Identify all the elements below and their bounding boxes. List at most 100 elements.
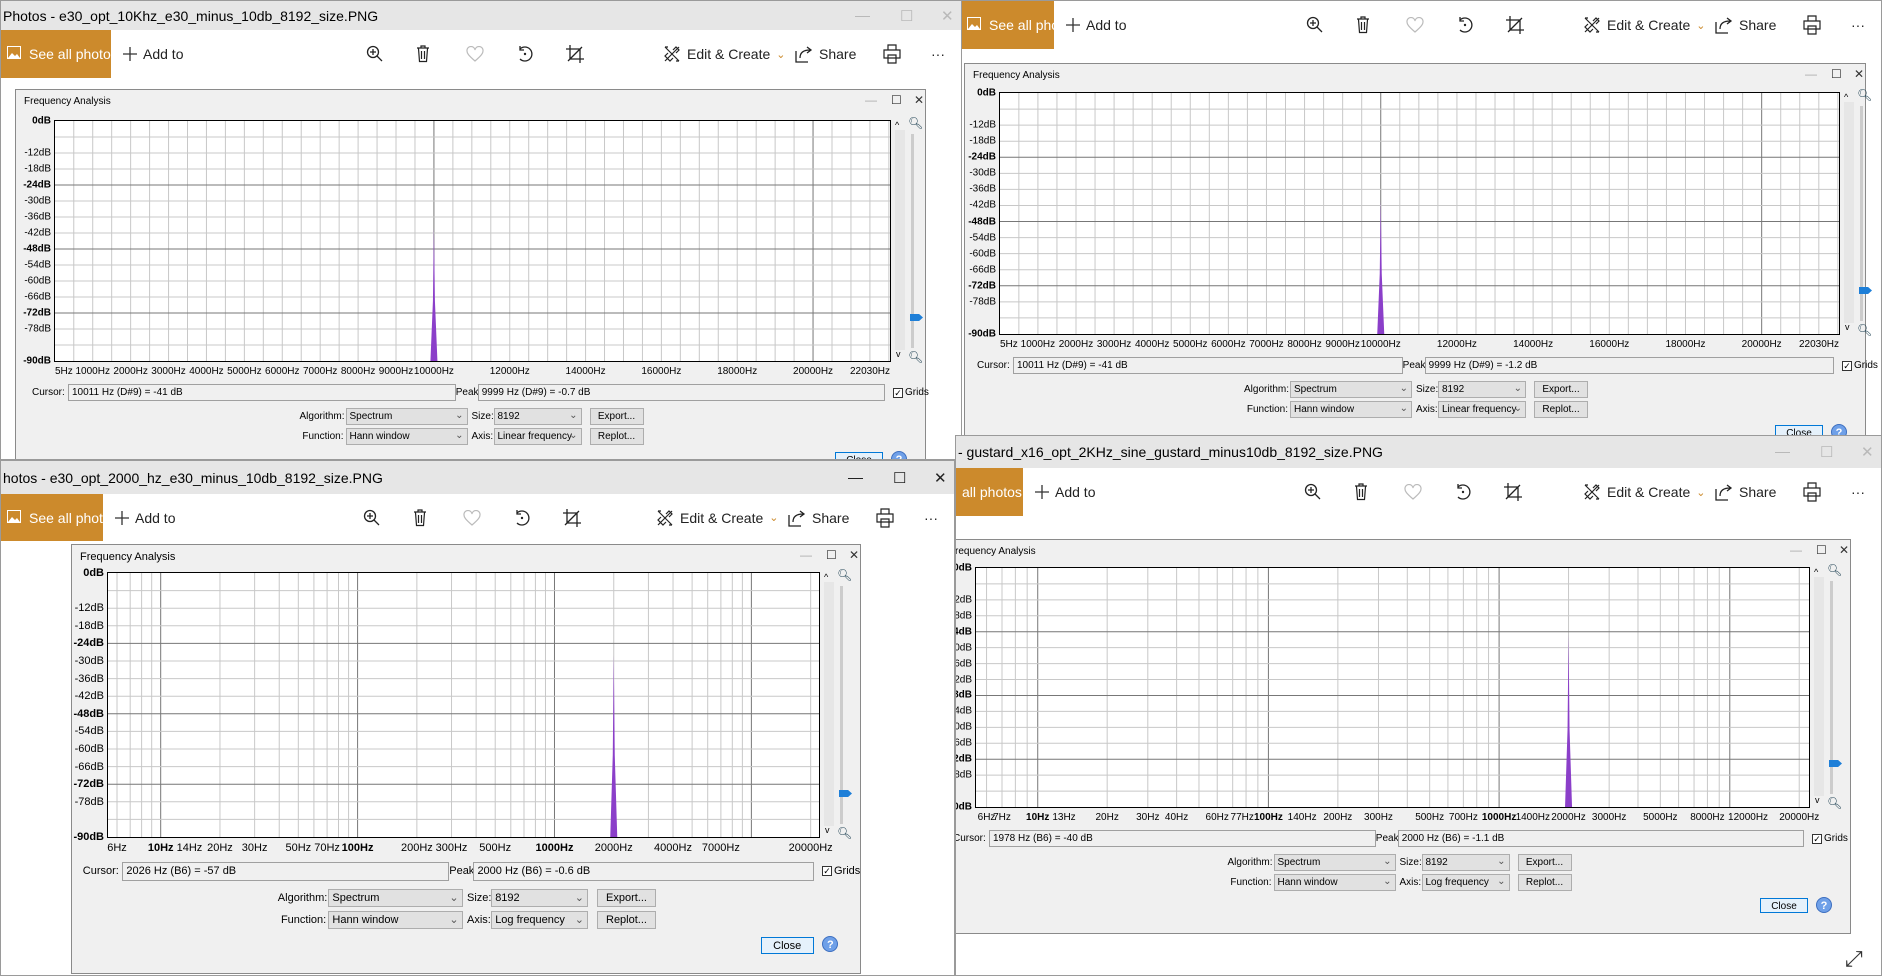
- grids-checkbox[interactable]: ✓ Grids: [1842, 360, 1878, 371]
- favorite-icon[interactable]: [462, 509, 481, 526]
- export-button[interactable]: Export...: [589, 408, 644, 425]
- help-button[interactable]: ?: [1816, 897, 1832, 913]
- zoom-slider[interactable]: [910, 134, 923, 348]
- zoom-slider-thumb[interactable]: [1859, 287, 1872, 294]
- minimize-button[interactable]: —: [1775, 444, 1790, 461]
- algorithm-select[interactable]: Spectrum ⌄: [1273, 854, 1396, 871]
- vertical-scrollbar[interactable]: [895, 130, 905, 350]
- share-button[interactable]: Share: [1715, 483, 1776, 501]
- more-button[interactable]: ···: [924, 510, 938, 526]
- dialog-close-button[interactable]: ✕: [849, 548, 859, 562]
- close-button[interactable]: Close: [835, 452, 883, 459]
- function-select[interactable]: Hann window ⌄: [1290, 401, 1412, 418]
- maximize-button[interactable]: ☐: [893, 469, 906, 487]
- checkbox-box[interactable]: ✓: [1812, 833, 1822, 844]
- scroll-down-arrow[interactable]: v: [825, 825, 830, 835]
- axis-select[interactable]: Linear frequency ⌄: [493, 428, 582, 445]
- algorithm-select[interactable]: Spectrum ⌄: [1290, 381, 1412, 398]
- rotate-icon[interactable]: [516, 45, 534, 63]
- vertical-scrollbar[interactable]: [1814, 577, 1824, 796]
- size-select[interactable]: 8192 ⌄: [491, 888, 588, 908]
- zoom-in-icon[interactable]: 🔍︎: [908, 116, 923, 130]
- replot-button[interactable]: Replot...: [596, 910, 657, 930]
- export-button[interactable]: Export...: [596, 888, 657, 908]
- edit-create-button[interactable]: Edit & Create ⌄: [1583, 16, 1705, 34]
- share-button[interactable]: Share: [795, 45, 856, 63]
- algorithm-select[interactable]: Spectrum ⌄: [345, 408, 468, 425]
- function-select[interactable]: Hann window ⌄: [345, 428, 468, 445]
- export-button[interactable]: Export...: [1517, 854, 1572, 871]
- axis-select[interactable]: Log frequency ⌄: [491, 910, 588, 930]
- zoom-icon[interactable]: [363, 509, 381, 527]
- zoom-slider[interactable]: [839, 586, 852, 824]
- zoom-slider[interactable]: [1829, 581, 1842, 794]
- size-select[interactable]: 8192 ⌄: [493, 408, 582, 425]
- share-button[interactable]: Share: [1715, 16, 1776, 34]
- see-all-photos-button[interactable]: all photos: [956, 468, 1023, 516]
- scroll-down-arrow[interactable]: v: [1845, 322, 1850, 332]
- algorithm-select[interactable]: Spectrum ⌄: [328, 888, 463, 908]
- scroll-up-arrow[interactable]: ^: [1814, 567, 1818, 577]
- export-button[interactable]: Export...: [1534, 381, 1588, 398]
- favorite-icon[interactable]: [1406, 17, 1424, 33]
- dialog-close-button[interactable]: ✕: [914, 93, 924, 107]
- dialog-close-button[interactable]: ✕: [1854, 67, 1864, 81]
- scroll-up-arrow[interactable]: ^: [824, 572, 828, 582]
- print-icon[interactable]: [1803, 15, 1821, 35]
- rotate-icon[interactable]: [513, 509, 531, 527]
- replot-button[interactable]: Replot...: [589, 428, 644, 445]
- zoom-icon[interactable]: [366, 45, 384, 63]
- size-select[interactable]: 8192 ⌄: [1421, 854, 1510, 871]
- delete-icon[interactable]: [413, 508, 427, 527]
- zoom-icon[interactable]: [1306, 16, 1324, 34]
- zoom-out-icon[interactable]: 🔍︎: [1827, 796, 1842, 810]
- zoom-slider-thumb[interactable]: [910, 314, 923, 321]
- crop-icon[interactable]: [562, 508, 581, 527]
- axis-select[interactable]: Log frequency ⌄: [1421, 874, 1510, 891]
- dialog-minimize-button[interactable]: —: [865, 93, 877, 107]
- print-icon[interactable]: [883, 44, 901, 64]
- checkbox-box[interactable]: ✓: [822, 866, 832, 877]
- crop-icon[interactable]: [566, 45, 584, 63]
- help-button[interactable]: ?: [822, 935, 839, 952]
- zoom-in-icon[interactable]: 🔍︎: [1857, 88, 1872, 102]
- add-to-button[interactable]: Add to: [115, 510, 175, 526]
- zoom-slider-thumb[interactable]: [839, 790, 852, 797]
- zoom-out-icon[interactable]: 🔍︎: [837, 826, 852, 840]
- see-all-photos-button[interactable]: See all photos: [961, 1, 1078, 49]
- dialog-maximize-button[interactable]: ☐: [1831, 67, 1842, 81]
- function-select[interactable]: Hann window ⌄: [328, 910, 463, 930]
- checkbox-box[interactable]: ✓: [893, 387, 903, 398]
- zoom-out-icon[interactable]: 🔍︎: [908, 350, 923, 364]
- more-button[interactable]: ···: [1851, 17, 1865, 33]
- minimize-button[interactable]: —: [848, 469, 863, 486]
- add-to-button[interactable]: Add to: [1035, 484, 1095, 500]
- favorite-icon[interactable]: [466, 46, 484, 62]
- grids-checkbox[interactable]: ✓ Grids: [893, 387, 929, 398]
- replot-button[interactable]: Replot...: [1534, 401, 1588, 418]
- scroll-up-arrow[interactable]: ^: [895, 120, 899, 130]
- close-window-button[interactable]: ✕: [934, 469, 947, 487]
- dialog-close-button[interactable]: ✕: [1839, 543, 1849, 557]
- see-all-photos-button[interactable]: See all photos: [1, 494, 118, 541]
- crop-icon[interactable]: [1506, 16, 1524, 34]
- maximize-button[interactable]: ☐: [1820, 443, 1833, 461]
- vertical-scrollbar[interactable]: [824, 582, 834, 826]
- size-select[interactable]: 8192 ⌄: [1438, 381, 1526, 398]
- replot-button[interactable]: Replot...: [1517, 874, 1572, 891]
- close-window-button[interactable]: ✕: [941, 7, 954, 25]
- zoom-in-icon[interactable]: 🔍︎: [1827, 563, 1842, 577]
- zoom-slider[interactable]: [1859, 106, 1872, 321]
- zoom-icon[interactable]: [1304, 483, 1322, 501]
- print-icon[interactable]: [876, 507, 894, 528]
- dialog-minimize-button[interactable]: —: [800, 548, 812, 562]
- print-icon[interactable]: [1803, 482, 1821, 502]
- zoom-out-icon[interactable]: 🔍︎: [1857, 323, 1872, 337]
- close-button[interactable]: Close: [760, 937, 814, 954]
- function-select[interactable]: Hann window ⌄: [1273, 874, 1396, 891]
- rotate-icon[interactable]: [1454, 483, 1472, 501]
- scroll-down-arrow[interactable]: v: [896, 349, 901, 359]
- delete-icon[interactable]: [1354, 483, 1368, 501]
- rotate-icon[interactable]: [1456, 16, 1474, 34]
- more-button[interactable]: ···: [1851, 484, 1865, 500]
